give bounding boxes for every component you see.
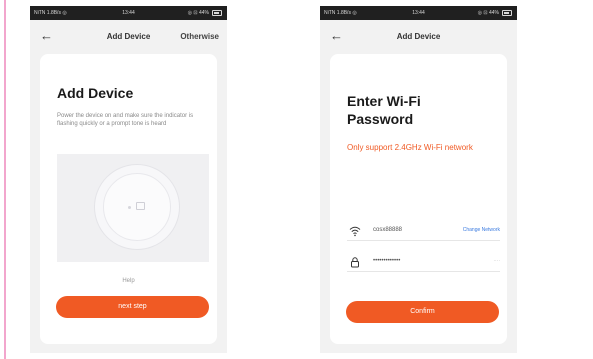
help-link[interactable]: Help: [40, 278, 217, 284]
wifi-password-card: Enter Wi-Fi Password Only support 2.4GHz…: [330, 54, 507, 344]
status-right: ◎ ⊡ 44%: [477, 10, 499, 16]
wifi-icon: [349, 224, 361, 237]
wifi-ssid: cosx88888: [373, 227, 403, 233]
phone-screen-wifi-password: NiTN 1.8B/s ◎ 13:44 ◎ ⊡ 44% ← Add Device…: [320, 6, 517, 353]
password-row[interactable]: ••••••••••••• ····: [347, 253, 500, 269]
frequency-warning: Only support 2.4GHz Wi-Fi network: [347, 143, 473, 152]
wifi-divider: [347, 240, 500, 241]
password-visibility-toggle[interactable]: ····: [493, 253, 500, 269]
page-title: Add Device: [57, 85, 134, 101]
battery-icon: [212, 10, 222, 16]
lock-icon: [349, 255, 361, 268]
indicator-light-icon: [128, 206, 131, 209]
add-device-card: Add Device Power the device on and make …: [40, 54, 217, 344]
page-title-line2: Password: [347, 111, 414, 127]
instruction-text: Power the device on and make sure the in…: [57, 113, 194, 127]
status-bar: NiTN 1.8B/s ◎ 13:44 ◎ ⊡ 44%: [30, 6, 227, 20]
otherwise-button[interactable]: Otherwise: [180, 20, 219, 54]
wifi-row: cosx88888 Change Network: [347, 222, 500, 238]
password-input[interactable]: •••••••••••••: [373, 253, 400, 269]
confirm-button[interactable]: Confirm: [346, 301, 499, 323]
device-illustration: [57, 154, 209, 262]
status-bar: NiTN 1.8B/s ◎ 13:44 ◎ ⊡ 44%: [320, 6, 517, 20]
phone-screen-add-device: NiTN 1.8B/s ◎ 13:44 ◎ ⊡ 44% ← Add Device…: [30, 6, 227, 353]
password-divider: [347, 271, 500, 272]
socket-icon: [136, 202, 145, 210]
nav-bar: ← Add Device Otherwise: [30, 20, 227, 54]
change-network-link[interactable]: Change Network: [463, 222, 500, 238]
status-right: ◎ ⊡ 44%: [187, 10, 209, 16]
page-title-line1: Enter Wi-Fi: [347, 93, 421, 109]
nav-bar: ← Add Device: [320, 20, 517, 54]
page-margin-rule: [4, 0, 6, 359]
next-step-button[interactable]: next step: [56, 296, 209, 318]
battery-icon: [502, 10, 512, 16]
nav-title: Add Device: [396, 32, 441, 41]
